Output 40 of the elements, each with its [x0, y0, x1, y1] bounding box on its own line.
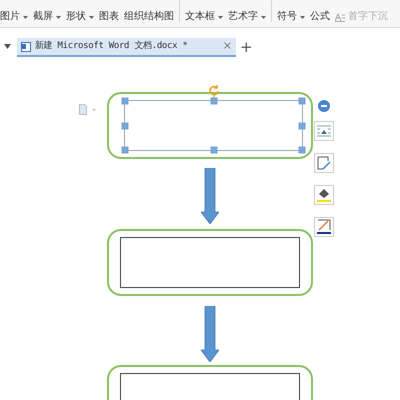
- drop-cap-icon: [335, 12, 345, 22]
- ribbon-button[interactable]: 形状: [66, 12, 94, 22]
- wrap-text-icon[interactable]: [314, 121, 334, 141]
- ribbon-button[interactable]: 图表: [99, 12, 119, 22]
- ribbon-button[interactable]: 文本框: [185, 12, 223, 22]
- edit-shape-icon[interactable]: [314, 153, 334, 173]
- new-tab-button[interactable]: +: [240, 38, 253, 57]
- word-document-icon: [21, 42, 31, 52]
- resize-handle[interactable]: [122, 146, 128, 154]
- resize-handle[interactable]: [122, 122, 128, 129]
- caret-icon[interactable]: [218, 16, 223, 18]
- tab-title: 新建 Microsoft Word 文档.docx *: [35, 40, 188, 53]
- down-arrow: [201, 306, 219, 362]
- ribbon-button[interactable]: 组织结构图: [124, 12, 174, 22]
- text-box[interactable]: [120, 237, 300, 288]
- line-color-icon[interactable]: [314, 217, 334, 237]
- rotate-handle-icon[interactable]: [208, 84, 220, 98]
- ribbon-button[interactable]: 艺术字: [228, 12, 266, 22]
- document-tab[interactable]: 新建 Microsoft Word 文档.docx * ×: [17, 38, 236, 57]
- collapse-icon[interactable]: [318, 100, 330, 112]
- resize-handle[interactable]: [298, 146, 306, 154]
- resize-handle[interactable]: [298, 122, 306, 129]
- resize-handle[interactable]: [298, 98, 306, 104]
- resize-handle[interactable]: [210, 98, 217, 104]
- ribbon-button[interactable]: 图片: [0, 12, 28, 22]
- flowchart-node[interactable]: [107, 229, 313, 296]
- ribbon-button[interactable]: 公式: [310, 12, 330, 22]
- resize-handle[interactable]: [122, 98, 128, 104]
- caret-icon[interactable]: [261, 16, 266, 18]
- fill-bucket-icon[interactable]: [314, 185, 334, 205]
- caret-icon[interactable]: [89, 16, 94, 18]
- close-button[interactable]: ×: [222, 38, 232, 55]
- dropdown-icon[interactable]: [4, 44, 11, 49]
- caret-icon[interactable]: [300, 16, 305, 18]
- ribbon-button[interactable]: 符号: [277, 12, 305, 22]
- resize-handle[interactable]: [210, 146, 217, 154]
- down-arrow: [201, 168, 219, 224]
- caret-icon[interactable]: [23, 16, 28, 18]
- caret-icon[interactable]: [56, 16, 61, 18]
- ribbon-button[interactable]: 截屏: [33, 12, 61, 22]
